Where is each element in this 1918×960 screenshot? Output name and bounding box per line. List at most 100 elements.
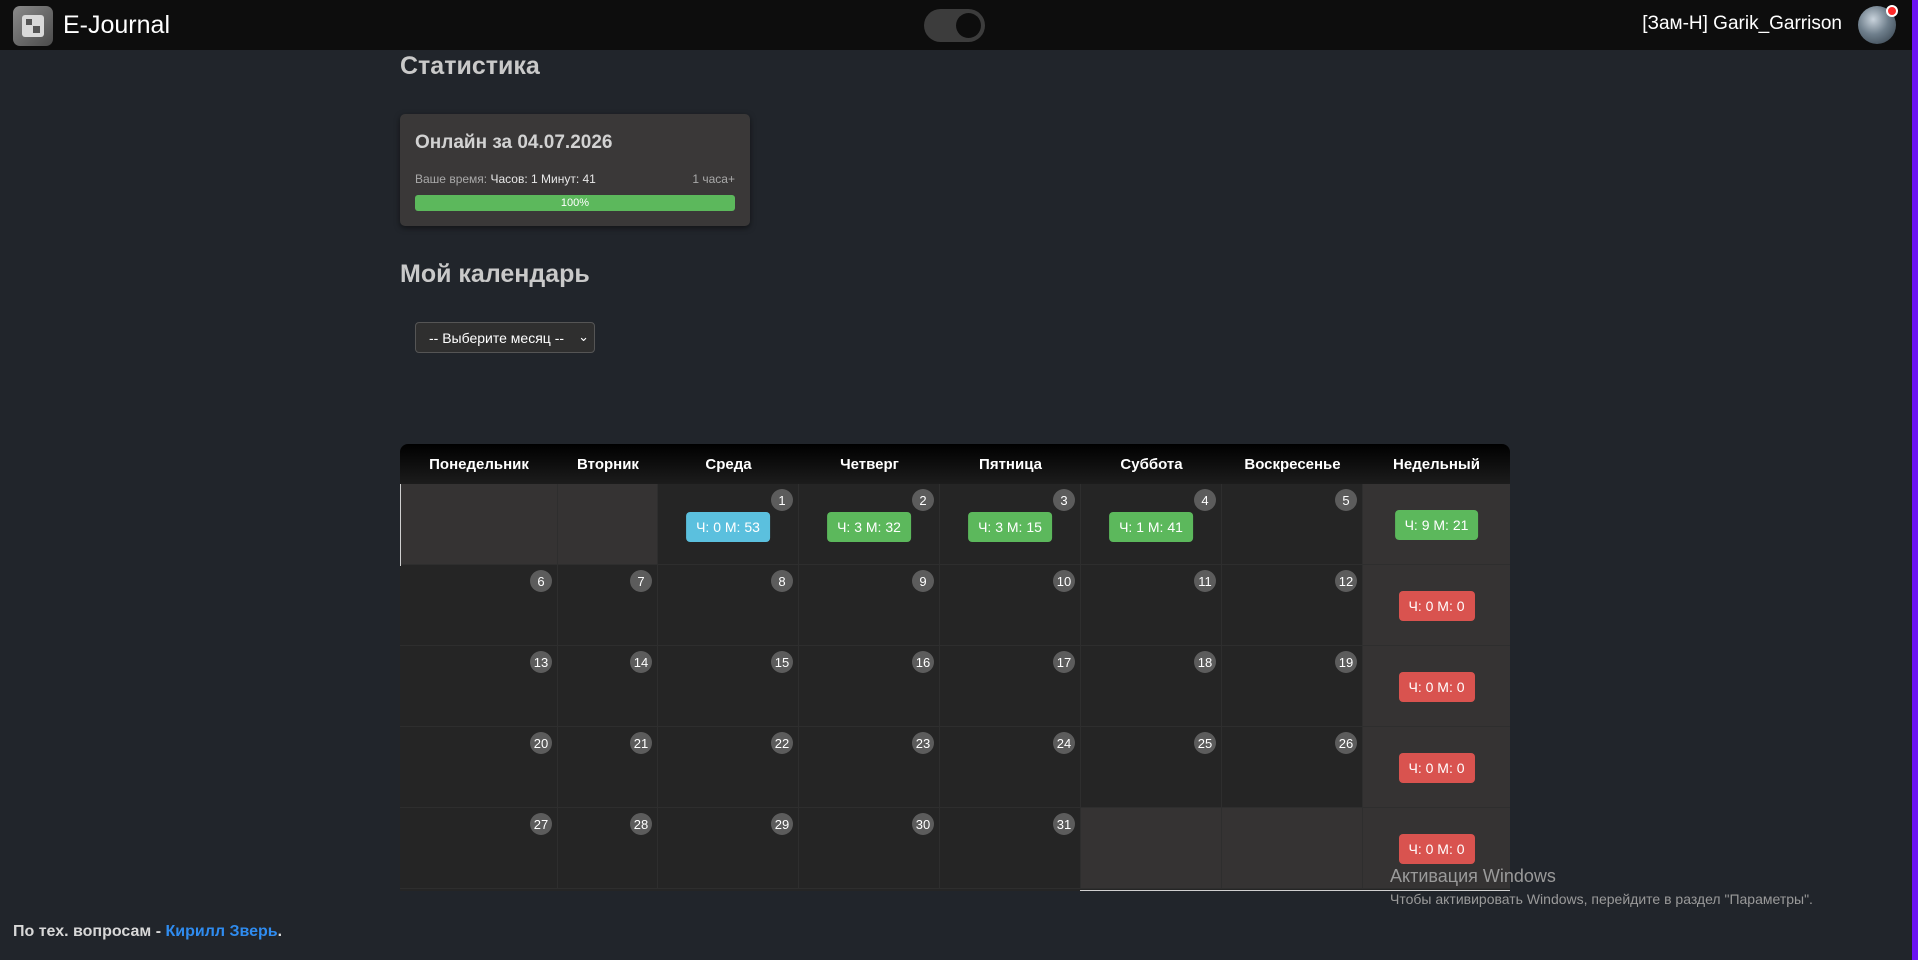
day-number: 26 [1335,732,1357,754]
day-number: 28 [630,813,652,835]
day-number: 5 [1335,489,1357,511]
calendar-empty-cell [1081,808,1222,889]
calendar-day-cell[interactable]: 9 [799,565,940,646]
calendar-left-edge [400,484,401,566]
calendar-day-cell[interactable]: 14 [558,646,658,727]
day-number: 29 [771,813,793,835]
watermark-title: Активация Windows [1390,866,1556,886]
app-logo-icon[interactable] [13,6,53,46]
calendar-day-cell[interactable]: 10 [940,565,1081,646]
weekly-total-badge: Ч: 9 М: 21 [1394,510,1479,540]
calendar-day-cell[interactable]: 3 Ч: 3 М: 15 [940,484,1081,565]
avatar[interactable] [1858,5,1898,44]
time-label: Ваше время: [415,172,488,186]
chevron-down-icon: ⌄ [578,329,589,344]
weekly-total-badge: Ч: 0 М: 0 [1398,591,1475,621]
day-number: 1 [771,489,793,511]
calendar-day-cell[interactable]: 12 [1222,565,1363,646]
day-number: 7 [630,570,652,592]
day-number: 17 [1053,651,1075,673]
calendar-day-cell[interactable]: 1 Ч: 0 М: 53 [658,484,799,565]
calendar-day-cell[interactable]: 26 [1222,727,1363,808]
footer-prefix: По тех. вопросам - [13,923,166,940]
calendar-day-cell[interactable]: 18 [1081,646,1222,727]
calendar-day-cell[interactable]: 6 [400,565,558,646]
calendar-day-cell[interactable]: 25 [1081,727,1222,808]
weekly-total-cell: Ч: 0 М: 0 [1363,727,1510,808]
day-number: 23 [912,732,934,754]
calendar-day-cell[interactable]: 22 [658,727,799,808]
calendar-day-cell[interactable]: 17 [940,646,1081,727]
brand-title[interactable]: E-Journal [63,11,170,40]
theme-toggle[interactable] [924,9,985,42]
header-day: Пятница [979,455,1042,473]
user-name[interactable]: [Зам-Н] Garik_Garrison [1642,13,1842,35]
scrollbar[interactable] [1912,0,1918,960]
month-select[interactable]: -- Выберите месяц -- ⌄ [415,322,595,353]
calendar-day-cell[interactable]: 31 [940,808,1081,889]
notification-dot-icon [1886,5,1898,17]
day-time-badge: Ч: 3 М: 32 [827,512,911,542]
header-day: Воскресенье [1244,455,1341,473]
calendar-day-cell[interactable]: 19 [1222,646,1363,727]
day-number: 14 [630,651,652,673]
calendar-day-cell[interactable]: 7 [558,565,658,646]
calendar-day-cell[interactable]: 21 [558,727,658,808]
header-day: Суббота [1120,455,1183,473]
calendar-day-cell[interactable]: 29 [658,808,799,889]
day-time-badge: Ч: 0 М: 53 [686,512,770,542]
stats-heading: Статистика [400,52,540,80]
footer-suffix: . [277,923,283,940]
day-number: 16 [912,651,934,673]
day-number: 9 [912,570,934,592]
day-number: 25 [1194,732,1216,754]
time-value: Часов: 1 Минут: 41 [490,172,596,186]
day-number: 3 [1053,489,1075,511]
card-title: Онлайн за 04.07.2026 [415,132,613,153]
calendar-day-cell[interactable]: 4 Ч: 1 М: 41 [1081,484,1222,565]
toggle-knob [956,13,981,38]
calendar-day-cell[interactable]: 8 [658,565,799,646]
day-number: 27 [530,813,552,835]
day-number: 30 [912,813,934,835]
online-stat-card: Онлайн за 04.07.2026 Ваше время: Часов: … [400,114,750,226]
calendar-day-cell[interactable]: 23 [799,727,940,808]
watermark-text: Чтобы активировать Windows, перейдите в … [1390,891,1813,907]
day-number: 31 [1053,813,1075,835]
goal-label: 1 часа+ [692,172,735,186]
calendar-day-cell[interactable]: 28 [558,808,658,889]
day-number: 19 [1335,651,1357,673]
calendar-day-cell[interactable]: 30 [799,808,940,889]
day-number: 24 [1053,732,1075,754]
progress-fill: 100% [415,195,735,211]
day-number: 20 [530,732,552,754]
calendar-day-cell[interactable]: 15 [658,646,799,727]
calendar-day-cell[interactable]: 27 [400,808,558,889]
calendar-day-cell[interactable]: 20 [400,727,558,808]
header-day: Недельный [1393,455,1480,473]
weekly-total-cell: Ч: 9 М: 21 [1363,484,1510,565]
day-number: 6 [530,570,552,592]
calendar-day-cell[interactable]: 2 Ч: 3 М: 32 [799,484,940,565]
calendar-day-cell[interactable]: 24 [940,727,1081,808]
windows-activation-watermark: Активация Windows Чтобы активировать Win… [1390,866,1813,907]
progress-bar: 100% [415,195,735,211]
time-line: Ваше время: Часов: 1 Минут: 41 [415,172,596,186]
calendar-day-cell[interactable]: 11 [1081,565,1222,646]
day-number: 21 [630,732,652,754]
support-link[interactable]: Кирилл Зверь [165,923,277,940]
calendar-day-cell[interactable]: 13 [400,646,558,727]
day-number: 2 [912,489,934,511]
weekly-total-cell: Ч: 0 М: 0 [1363,565,1510,646]
day-number: 10 [1053,570,1075,592]
day-number: 15 [771,651,793,673]
day-number: 12 [1335,570,1357,592]
day-time-badge: Ч: 3 М: 15 [968,512,1052,542]
footer: По тех. вопросам - Кирилл Зверь. [13,923,282,941]
header-day: Среда [705,455,752,473]
day-number: 18 [1194,651,1216,673]
calendar-day-cell[interactable]: 16 [799,646,940,727]
day-number: 8 [771,570,793,592]
calendar-header: Понедельник Вторник Среда Четверг Пятница Суб… [400,444,1510,484]
calendar-day-cell[interactable]: 5 [1222,484,1363,565]
